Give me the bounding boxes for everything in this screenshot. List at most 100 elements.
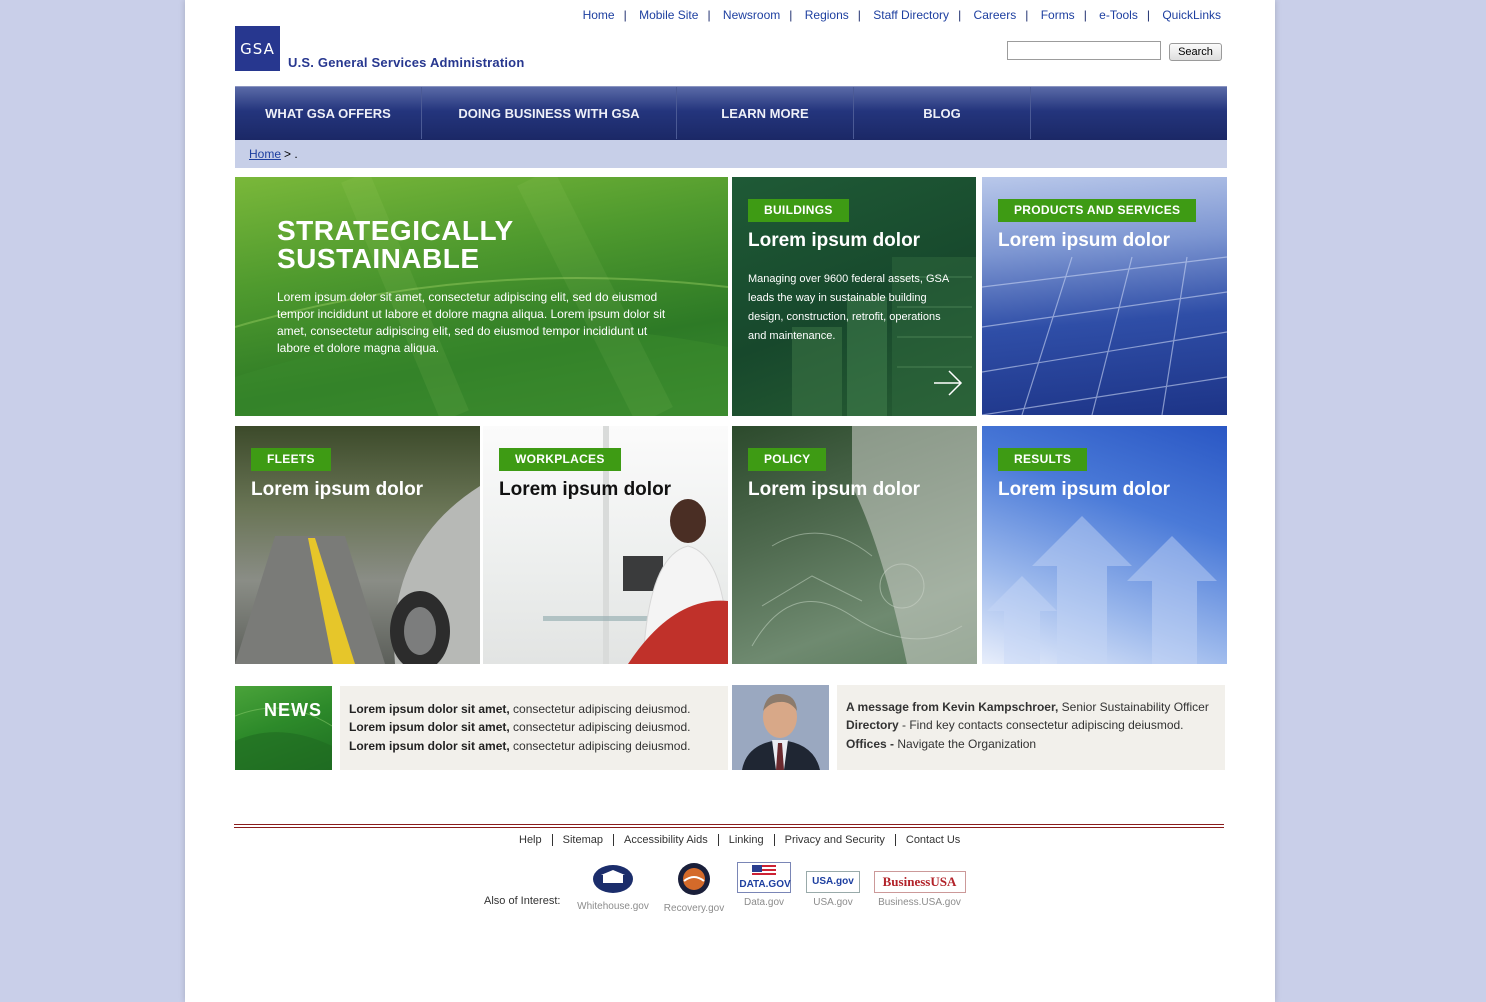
partner-whitehouse[interactable]: Whitehouse.gov	[575, 864, 651, 912]
results-title: Lorem ipsum dolor	[998, 479, 1171, 500]
partner-caption: Recovery.gov	[663, 903, 725, 914]
tile-fleets[interactable]: FLEETS Lorem ipsum dolor	[235, 426, 480, 664]
news-item[interactable]: Lorem ipsum dolor sit amet, consectetur …	[349, 720, 690, 734]
util-link-regions[interactable]: Regions	[805, 8, 849, 22]
nav-blog[interactable]: BLOG	[854, 87, 1031, 139]
datagov-logo: DATA.GOV	[737, 862, 791, 893]
datagov-wordmark: DATA.GOV	[739, 879, 791, 890]
offices-label: Offices -	[846, 737, 895, 751]
agency-name[interactable]: U.S. General Services Administration	[288, 55, 524, 70]
breadcrumb: Home > .	[235, 140, 1227, 168]
tile-results[interactable]: RESULTS Lorem ipsum dolor	[982, 426, 1227, 664]
search-button[interactable]: Search	[1169, 43, 1222, 61]
portrait-figure	[732, 685, 829, 770]
hero-sustainable[interactable]: STRATEGICALLY SUSTAINABLE Lorem ipsum do…	[235, 177, 728, 416]
utility-nav: Home | Mobile Site | Newsroom | Regions | St…	[582, 8, 1221, 22]
partner-datagov[interactable]: DATA.GOV Data.gov	[737, 862, 791, 908]
buildings-tag: BUILDINGS	[748, 199, 849, 222]
partner-caption: USA.gov	[813, 897, 853, 908]
news-item[interactable]: Lorem ipsum dolor sit amet, consectetur …	[349, 739, 690, 753]
results-tag: RESULTS	[998, 448, 1088, 471]
util-link-newsroom[interactable]: Newsroom	[723, 8, 780, 22]
util-link-staff-directory[interactable]: Staff Directory	[873, 8, 949, 22]
page-container: Home | Mobile Site | Newsroom | Regions | St…	[185, 0, 1275, 1002]
also-of-interest-label: Also of Interest:	[484, 895, 561, 907]
news-item[interactable]: Lorem ipsum dolor sit amet, consectetur …	[349, 702, 690, 716]
portrait-photo	[732, 685, 829, 770]
policy-tag: POLICY	[748, 448, 827, 471]
hero-headline: STRATEGICALLY SUSTAINABLE	[277, 217, 514, 273]
news-item-text: consectetur adipiscing deiusmod.	[509, 720, 691, 734]
footer-link-help[interactable]: Help	[509, 834, 553, 846]
footer-link-privacy[interactable]: Privacy and Security	[774, 834, 896, 846]
news-list: Lorem ipsum dolor sit amet, consectetur …	[340, 686, 728, 770]
footer-link-accessibility[interactable]: Accessibility Aids	[613, 834, 719, 846]
util-link-mobile-site[interactable]: Mobile Site	[639, 8, 698, 22]
news-item-text: consectetur adipiscing deiusmod.	[509, 739, 691, 753]
main-nav: WHAT GSA OFFERS DOING BUSINESS WITH GSA …	[235, 86, 1227, 140]
search-input[interactable]	[1007, 41, 1161, 60]
recovery-seal-icon	[678, 863, 710, 895]
gsa-logo[interactable]: GSA	[235, 26, 280, 71]
news-item-lead: Lorem ipsum dolor sit amet,	[349, 739, 510, 753]
tile-buildings[interactable]: BUILDINGS Lorem ipsum dolor Managing ove…	[732, 177, 976, 416]
news-item-lead: Lorem ipsum dolor sit amet,	[349, 702, 510, 716]
us-flag-icon	[752, 865, 776, 877]
footer-link-sitemap[interactable]: Sitemap	[552, 834, 614, 846]
news-item-text: consectetur adipiscing deiusmod.	[509, 702, 691, 716]
nav-learn-more[interactable]: LEARN MORE	[677, 87, 854, 139]
hero-headline-line2: SUSTAINABLE	[277, 243, 480, 274]
news-tile[interactable]: NEWS	[235, 686, 332, 770]
partner-caption: Whitehouse.gov	[577, 901, 649, 912]
buildings-title: Lorem ipsum dolor	[748, 230, 921, 251]
workplaces-tag: WORKPLACES	[499, 448, 621, 471]
buildings-description: Managing over 9600 federal assets, GSA l…	[748, 273, 949, 342]
message-lead: A message from Kevin Kampschroer,	[846, 700, 1059, 714]
partner-caption: Data.gov	[743, 897, 785, 908]
util-link-quicklinks[interactable]: QuickLinks	[1162, 8, 1221, 22]
breadcrumb-home[interactable]: Home	[249, 147, 281, 161]
fleets-tag: FLEETS	[251, 448, 331, 471]
products-tag: PRODUCTS AND SERVICES	[998, 199, 1197, 222]
news-swoosh	[235, 707, 332, 770]
hero-headline-line1: STRATEGICALLY	[277, 215, 514, 246]
tile-products-services[interactable]: PRODUCTS AND SERVICES Lorem ipsum dolor	[982, 177, 1227, 415]
hero-body: Lorem ipsum dolor sit amet, consectetur …	[277, 290, 666, 355]
news-label: NEWS	[264, 700, 322, 720]
directory-text: - Find key contacts consectetur adipisci…	[898, 718, 1184, 732]
nav-what-gsa-offers[interactable]: WHAT GSA OFFERS	[235, 87, 422, 139]
news-item-lead: Lorem ipsum dolor sit amet,	[349, 720, 510, 734]
footer-link-contact[interactable]: Contact Us	[896, 834, 970, 846]
leadership-message: A message from Kevin Kampschroer, Senior…	[837, 685, 1225, 770]
util-link-etools[interactable]: e-Tools	[1099, 8, 1138, 22]
policy-title: Lorem ipsum dolor	[748, 479, 921, 500]
footer-divider	[234, 824, 1224, 828]
nav-doing-business[interactable]: DOING BUSINESS WITH GSA	[422, 87, 677, 139]
util-link-careers[interactable]: Careers	[974, 8, 1017, 22]
message-text: Senior Sustainability Officer	[1058, 700, 1209, 714]
breadcrumb-separator: > .	[284, 147, 298, 161]
tile-workplaces[interactable]: WORKPLACES Lorem ipsum dolor	[483, 426, 728, 664]
partner-businessusa[interactable]: BusinessUSA Business.USA.gov	[873, 871, 966, 908]
arrow-right-icon[interactable]	[932, 367, 964, 399]
footer-link-linking[interactable]: Linking	[718, 834, 775, 846]
partner-recovery[interactable]: Recovery.gov	[659, 862, 729, 914]
util-link-forms[interactable]: Forms	[1041, 8, 1075, 22]
fleets-title: Lorem ipsum dolor	[251, 479, 424, 500]
directory-line[interactable]: Directory - Find key contacts consectetu…	[846, 718, 1184, 732]
message-line[interactable]: A message from Kevin Kampschroer, Senior…	[846, 700, 1209, 714]
usagov-logo: USA.gov	[806, 871, 860, 893]
logo-mark: GSA	[240, 39, 275, 58]
businessusa-logo: BusinessUSA	[873, 871, 966, 893]
tile-policy[interactable]: POLICY Lorem ipsum dolor	[732, 426, 977, 664]
products-title: Lorem ipsum dolor	[998, 230, 1171, 251]
offices-text: Navigate the Organization	[894, 737, 1037, 751]
offices-line[interactable]: Offices - Navigate the Organization	[846, 737, 1036, 751]
directory-label: Directory	[846, 718, 899, 732]
util-link-home[interactable]: Home	[583, 8, 615, 22]
workplaces-title: Lorem ipsum dolor	[499, 479, 672, 500]
partner-caption: Business.USA.gov	[878, 897, 961, 908]
partner-usagov[interactable]: USA.gov USA.gov	[806, 871, 860, 908]
whitehouse-seal-icon	[593, 865, 633, 893]
footer-links: Help Sitemap Accessibility Aids Linking Priv…	[509, 834, 970, 846]
